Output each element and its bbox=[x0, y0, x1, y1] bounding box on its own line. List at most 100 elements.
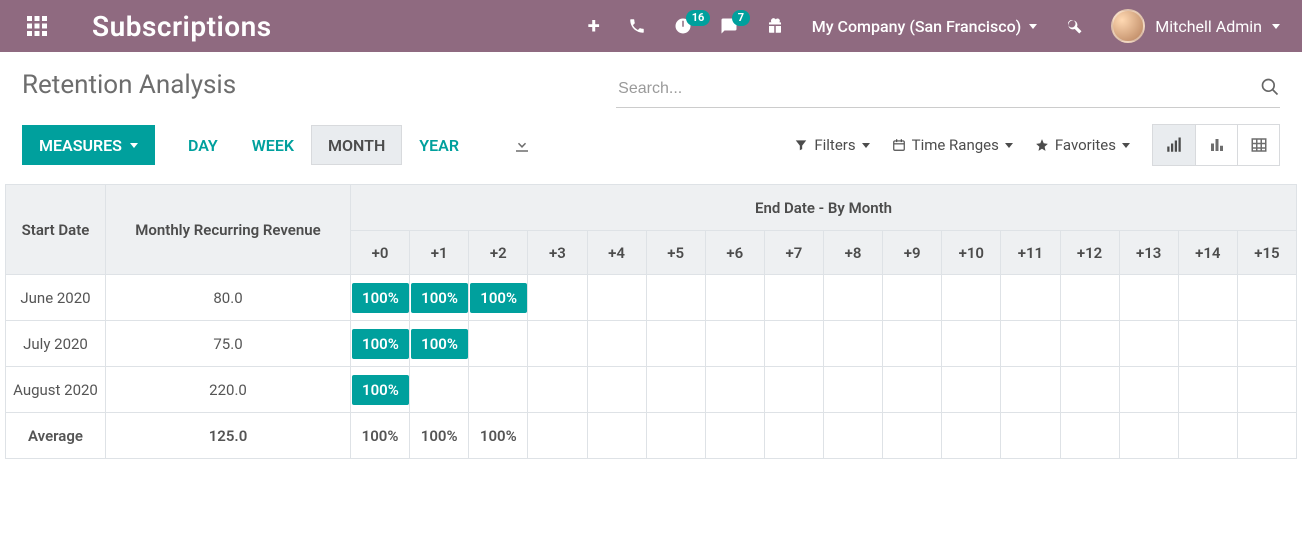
chevron-down-icon bbox=[1029, 24, 1037, 29]
cohort-cell bbox=[942, 321, 1001, 367]
page-title: Retention Analysis bbox=[22, 70, 236, 100]
search-input[interactable] bbox=[616, 76, 1260, 102]
measures-button[interactable]: MEASURES bbox=[22, 125, 155, 165]
retention-pill: 100% bbox=[352, 375, 409, 405]
cohort-cell bbox=[1001, 275, 1060, 321]
view-cohort[interactable] bbox=[1153, 125, 1195, 165]
cohort-cell bbox=[883, 413, 942, 459]
favorites-label: Favorites bbox=[1055, 136, 1116, 154]
time-ranges-button[interactable]: Time Ranges bbox=[892, 136, 1013, 154]
measures-label: MEASURES bbox=[39, 136, 122, 155]
period-month[interactable]: MONTH bbox=[311, 125, 402, 165]
cohort-row: July 202075.0100%100% bbox=[6, 321, 1297, 367]
chevron-down-icon bbox=[1005, 143, 1013, 148]
cohort-cell bbox=[883, 275, 942, 321]
offset-header: +15 bbox=[1237, 231, 1296, 275]
cohort-cell bbox=[1178, 413, 1237, 459]
messages-icon[interactable]: 7 bbox=[720, 17, 738, 35]
retention-pill: 100% bbox=[470, 283, 527, 313]
control-bar: Retention Analysis bbox=[0, 52, 1302, 118]
cohort-cell: 100% bbox=[469, 275, 528, 321]
phone-icon[interactable] bbox=[628, 17, 646, 35]
activity-icon[interactable]: 16 bbox=[674, 17, 692, 35]
cohort-cell bbox=[1060, 321, 1119, 367]
col-start-date: Start Date bbox=[6, 185, 106, 275]
apps-icon[interactable] bbox=[22, 11, 52, 41]
cohort-cell bbox=[1178, 275, 1237, 321]
cohort-cell bbox=[1237, 321, 1296, 367]
cohort-cell bbox=[764, 321, 823, 367]
cohort-cell bbox=[764, 275, 823, 321]
app-title[interactable]: Subscriptions bbox=[92, 10, 272, 43]
cohort-cell: 100% bbox=[410, 321, 469, 367]
filters-label: Filters bbox=[814, 136, 855, 154]
period-week[interactable]: WEEK bbox=[235, 125, 311, 165]
cohort-cell bbox=[646, 275, 705, 321]
favorites-button[interactable]: Favorites bbox=[1035, 136, 1130, 154]
cohort-cell bbox=[528, 321, 587, 367]
new-button[interactable]: + bbox=[588, 14, 600, 39]
cohort-cell bbox=[587, 275, 646, 321]
cohort-cell bbox=[587, 413, 646, 459]
time-ranges-label: Time Ranges bbox=[912, 136, 999, 154]
search-icon[interactable] bbox=[1260, 77, 1280, 101]
retention-pill: 100% bbox=[352, 283, 409, 313]
cohort-cell bbox=[469, 321, 528, 367]
row-label: June 2020 bbox=[6, 275, 106, 321]
cohort-cell bbox=[1119, 321, 1178, 367]
cohort-cell bbox=[1001, 367, 1060, 413]
cohort-cell bbox=[1001, 321, 1060, 367]
cohort-cell bbox=[942, 275, 1001, 321]
offset-header: +12 bbox=[1060, 231, 1119, 275]
cohort-body: June 202080.0100%100%100%July 202075.010… bbox=[6, 275, 1297, 459]
cohort-cell bbox=[646, 367, 705, 413]
offset-header: +6 bbox=[705, 231, 764, 275]
filters-button[interactable]: Filters bbox=[794, 136, 869, 154]
period-year[interactable]: YEAR bbox=[402, 125, 476, 165]
offset-header: +5 bbox=[646, 231, 705, 275]
chevron-down-icon bbox=[1272, 24, 1280, 29]
cohort-cell bbox=[1237, 413, 1296, 459]
cohort-cell bbox=[705, 321, 764, 367]
messages-badge: 7 bbox=[732, 10, 750, 26]
company-name: My Company (San Francisco) bbox=[812, 17, 1022, 36]
offset-header: +1 bbox=[410, 231, 469, 275]
user-menu[interactable]: Mitchell Admin bbox=[1111, 9, 1280, 43]
cohort-cell bbox=[705, 413, 764, 459]
cohort-cell bbox=[1237, 367, 1296, 413]
user-name: Mitchell Admin bbox=[1155, 17, 1262, 36]
row-mrr: 80.0 bbox=[106, 275, 351, 321]
cohort-cell bbox=[824, 413, 883, 459]
period-day[interactable]: DAY bbox=[171, 125, 235, 165]
retention-pill: 100% bbox=[411, 283, 468, 313]
view-list[interactable] bbox=[1237, 125, 1279, 165]
tools-icon[interactable] bbox=[1065, 17, 1083, 35]
view-bar[interactable] bbox=[1195, 125, 1237, 165]
cohort-cell bbox=[469, 367, 528, 413]
download-button[interactable] bbox=[496, 125, 548, 165]
row-mrr: 220.0 bbox=[106, 367, 351, 413]
cohort-table: Start Date Monthly Recurring Revenue End… bbox=[5, 184, 1297, 459]
toolbar-right: Filters Time Ranges Favorites bbox=[794, 124, 1280, 166]
row-mrr: 125.0 bbox=[106, 413, 351, 459]
gift-icon[interactable] bbox=[766, 17, 784, 35]
toolbar: MEASURES DAY WEEK MONTH YEAR Filters Tim… bbox=[0, 118, 1302, 184]
cohort-cell: 100% bbox=[351, 413, 410, 459]
col-mrr: Monthly Recurring Revenue bbox=[106, 185, 351, 275]
avatar bbox=[1111, 9, 1145, 43]
cohort-cell: 100% bbox=[410, 413, 469, 459]
company-switch[interactable]: My Company (San Francisco) bbox=[812, 17, 1038, 36]
navbar: Subscriptions + 16 7 My Company (San Fra… bbox=[0, 0, 1302, 52]
chevron-down-icon bbox=[862, 143, 870, 148]
row-mrr: 75.0 bbox=[106, 321, 351, 367]
offset-header: +0 bbox=[351, 231, 410, 275]
retention-pill: 100% bbox=[352, 329, 409, 359]
cohort-cell bbox=[646, 321, 705, 367]
offset-header: +14 bbox=[1178, 231, 1237, 275]
cohort-cell bbox=[705, 367, 764, 413]
cohort-cell bbox=[1119, 275, 1178, 321]
offset-header: +8 bbox=[824, 231, 883, 275]
cohort-cell bbox=[942, 413, 1001, 459]
cohort-cell bbox=[1178, 367, 1237, 413]
cohort-cell bbox=[824, 321, 883, 367]
